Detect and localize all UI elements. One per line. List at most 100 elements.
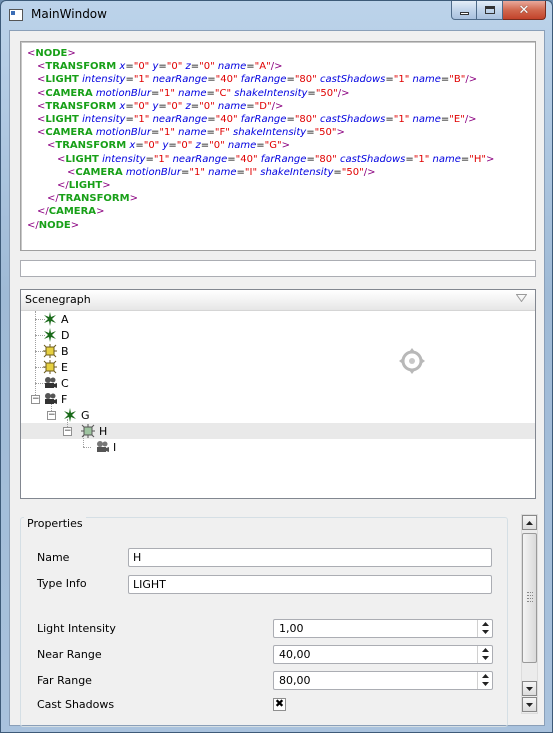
xml-token: = [206,87,215,99]
xml-token: name [432,153,461,165]
cast-shadows-checkbox[interactable]: ✖ [273,698,286,711]
xml-token: "A" [254,61,271,73]
scroll-up-button[interactable] [522,515,537,530]
tree-node-label: F [61,392,68,406]
tree-node-g[interactable]: G [63,407,90,423]
light-intensity-spinbox[interactable]: 1,00 [273,619,493,638]
spin-down-button[interactable] [478,628,492,636]
camera-icon [45,393,57,404]
xml-token: farRange [240,74,287,86]
xml-token: "50" [314,127,337,139]
arrow-down-icon [481,656,489,660]
xml-token: "1" [159,127,175,139]
title-bar[interactable]: MainWindow ✕ [1,1,552,28]
tree-node-c[interactable]: C [43,375,69,391]
xml-token: "80" [314,153,337,165]
xml-token: = [256,140,265,152]
xml-text-view[interactable]: <NODE> <TRANSFORM x="0" y="0" z="0" name=… [20,41,536,251]
spin-down-button[interactable] [478,654,492,662]
xml-token: shakeIntensity [234,87,308,99]
spin-up-button[interactable] [478,620,492,628]
scenegraph-tree[interactable]: Scenegraph − − − A D B E C F G H I [20,289,536,499]
xml-token: = [158,100,167,112]
xml-token: farRange [240,114,287,126]
xml-token: = [207,74,216,86]
xml-token: = [246,61,255,73]
name-label: Name [37,551,70,564]
arrow-down-icon [481,630,489,634]
grip-line [527,592,533,593]
xml-line: <TRANSFORM x="0" y="0" z="0" name="G"> [27,139,535,152]
type-info-label: Type Info [37,577,87,590]
main-window: MainWindow ✕ <NODE> <TRANSFORM x="0" y="0… [0,0,553,733]
arrow-up-icon [526,520,533,525]
transform-icon [64,408,76,422]
tree-node-e[interactable]: E [43,359,68,375]
expander-F[interactable]: − [31,395,40,404]
light-icon [43,360,57,374]
xml-token: TRANSFORM [55,140,127,152]
xml-token: = [286,74,295,86]
xml-token: "0" [199,100,215,112]
tree-node-label: C [61,376,69,390]
minimize-button[interactable] [451,1,477,20]
expander-H[interactable]: − [63,427,72,436]
line-edit[interactable] [20,260,536,277]
expander-G[interactable]: − [47,411,56,420]
xml-token: "1" [133,74,150,86]
xml-token: intensity [102,153,146,165]
far-range-spinbox[interactable]: 80,00 [273,671,493,690]
xml-token: = [333,166,342,178]
light-intensity-label: Light Intensity [37,622,116,635]
xml-token: castShadows [339,153,406,165]
properties-scrollbar[interactable] [521,514,538,714]
scroll-down-button-2[interactable] [522,697,537,712]
xml-token: "1" [153,153,170,165]
xml-token: = [246,100,255,112]
xml-token: "D" [254,100,272,112]
xml-token: "1" [393,114,410,126]
spin-up-button[interactable] [478,646,492,654]
tree-node-h[interactable]: H [81,423,107,439]
tree-node-b[interactable]: B [43,343,69,359]
arrow-up-icon [481,622,489,626]
caption-buttons: ✕ [451,1,546,20]
tree-node-label: A [61,312,69,326]
xml-token: shakeIntensity [233,127,307,139]
scroll-down-button[interactable] [522,681,537,696]
grip-line [527,598,533,599]
spin-up-button[interactable] [478,672,492,680]
tree-line [35,311,36,399]
xml-line: </CAMERA> [27,205,535,218]
xml-token: = [168,140,177,152]
tree-node-f[interactable]: F [43,391,67,407]
tree-header[interactable]: Scenegraph [21,290,535,311]
maximize-button[interactable] [477,1,503,20]
xml-line: </LIGHT> [27,179,535,192]
near-range-spinbox[interactable]: 40,00 [273,645,493,664]
tree-node-d[interactable]: D [43,327,69,343]
camera-icon [45,377,57,388]
scroll-thumb[interactable] [522,533,537,663]
grip-line [527,595,533,596]
tree-node-i[interactable]: I [95,439,116,455]
name-field[interactable]: H [128,548,492,567]
xml-line: <NODE> [27,47,535,60]
xml-token: "B" [449,74,466,86]
xml-token: "50" [341,166,364,178]
xml-token: > [96,206,105,218]
xml-token: CAMERA [45,87,93,99]
xml-token: castShadows [319,114,386,126]
close-button[interactable]: ✕ [503,1,546,20]
spin-down-button[interactable] [478,680,492,688]
xml-token: "80" [294,114,317,126]
type-info-field[interactable]: LIGHT [128,575,492,594]
xml-token: "0" [176,140,193,152]
xml-token: = [236,166,245,178]
grip-line [527,601,533,602]
xml-token: "50" [315,87,338,99]
xml-token: "0" [199,61,215,73]
xml-token: "1" [159,87,175,99]
xml-token: "0" [209,140,225,152]
tree-node-a[interactable]: A [43,311,69,327]
